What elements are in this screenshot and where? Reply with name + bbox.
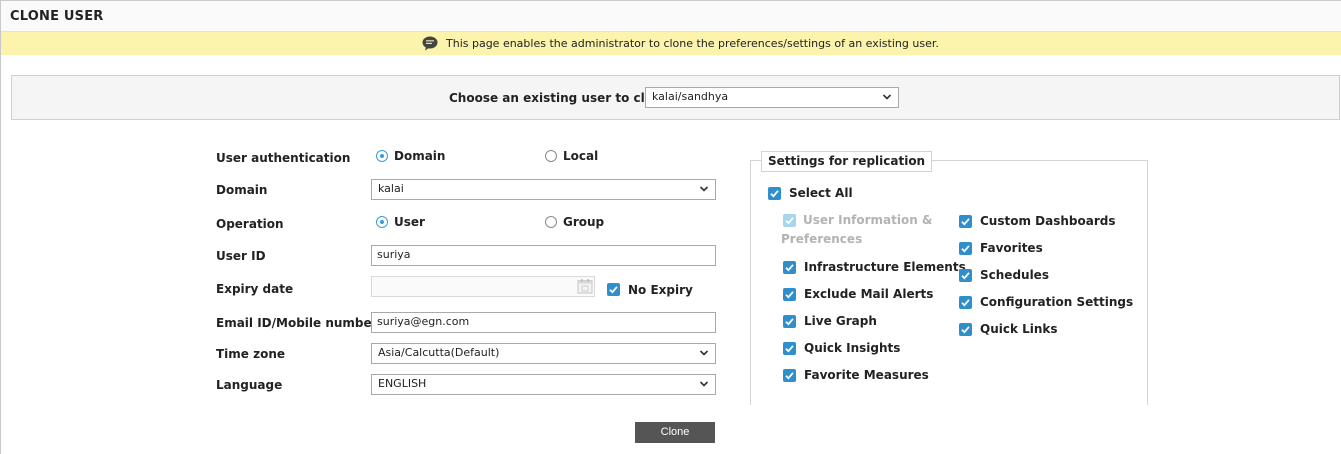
auth-domain-label: Domain — [394, 149, 446, 163]
auth-local-label: Local — [563, 149, 599, 163]
chevron-down-icon — [882, 94, 892, 100]
operation-user-radio[interactable] — [376, 216, 388, 228]
userid-label: User ID — [216, 249, 266, 263]
language-select[interactable]: ENGLISH — [371, 374, 716, 395]
operation-group-label: Group — [563, 215, 605, 229]
no-expiry-checkbox[interactable] — [607, 283, 620, 296]
quick-links-label: Quick Links — [980, 322, 1058, 336]
auth-label: User authentication — [216, 151, 351, 165]
user-info-label-line1: User Information & — [803, 213, 933, 227]
configuration-settings-label: Configuration Settings — [980, 295, 1134, 309]
exclude-mail-alerts-checkbox[interactable] — [783, 288, 796, 301]
custom-dashboards-checkbox[interactable] — [959, 215, 972, 228]
language-value: ENGLISH — [378, 377, 427, 390]
select-all-checkbox[interactable] — [768, 187, 781, 200]
replication-title: Settings for replication — [761, 151, 933, 172]
live-graph-checkbox[interactable] — [783, 315, 796, 328]
domain-select[interactable]: kalai — [371, 179, 716, 200]
timezone-select[interactable]: Asia/Calcutta(Default) — [371, 343, 716, 364]
email-label: Email ID/Mobile number — [216, 316, 378, 330]
custom-dashboards-label: Custom Dashboards — [980, 214, 1116, 228]
choose-user-label: Choose an existing user to clone — [449, 91, 670, 105]
choose-user-select[interactable]: kalai/sandhya — [645, 87, 899, 108]
schedules-label: Schedules — [980, 268, 1049, 282]
language-label: Language — [216, 378, 283, 392]
expiry-date-input[interactable] — [371, 276, 595, 297]
auth-domain-radio[interactable] — [376, 150, 388, 162]
favorites-label: Favorites — [980, 241, 1043, 255]
infrastructure-elements-checkbox[interactable] — [783, 261, 796, 274]
quick-insights-label: Quick Insights — [804, 341, 901, 355]
live-graph-label: Live Graph — [804, 314, 877, 328]
page-title: CLONE USER — [10, 9, 104, 24]
clone-button[interactable]: Clone — [635, 422, 715, 443]
expiry-label: Expiry date — [216, 282, 294, 296]
quick-insights-checkbox[interactable] — [783, 342, 796, 355]
domain-label: Domain — [216, 183, 268, 197]
exclude-mail-alerts-label: Exclude Mail Alerts — [804, 287, 934, 301]
select-all-label: Select All — [789, 186, 853, 200]
email-input[interactable]: suriya@egn.com — [371, 312, 716, 333]
favorite-measures-label: Favorite Measures — [804, 368, 929, 382]
speech-bubble-icon — [422, 36, 438, 51]
domain-value: kalai — [378, 182, 404, 195]
user-info-checkbox — [783, 214, 796, 227]
timezone-label: Time zone — [216, 347, 286, 361]
choose-user-value: kalai/sandhya — [652, 90, 729, 103]
calendar-icon[interactable] — [577, 278, 593, 294]
userid-input[interactable]: suriya — [371, 245, 716, 266]
user-info-label-line2: Preferences — [781, 232, 863, 246]
title-bar: CLONE USER — [1, 1, 1341, 32]
info-text: This page enables the administrator to c… — [446, 37, 939, 50]
chevron-down-icon — [699, 350, 709, 356]
operation-group-radio[interactable] — [545, 216, 557, 228]
operation-label: Operation — [216, 217, 284, 231]
favorites-checkbox[interactable] — [959, 242, 972, 255]
info-banner: This page enables the administrator to c… — [1, 32, 1341, 55]
no-expiry-label: No Expiry — [628, 283, 693, 297]
chevron-down-icon — [699, 381, 709, 387]
quick-links-checkbox[interactable] — [959, 323, 972, 336]
favorite-measures-checkbox[interactable] — [783, 369, 796, 382]
timezone-value: Asia/Calcutta(Default) — [378, 346, 500, 359]
chevron-down-icon — [699, 186, 709, 192]
configuration-settings-checkbox[interactable] — [959, 296, 972, 309]
operation-user-label: User — [394, 215, 425, 229]
auth-local-radio[interactable] — [545, 150, 557, 162]
infrastructure-elements-label: Infrastructure Elements — [804, 260, 966, 274]
schedules-checkbox[interactable] — [959, 269, 972, 282]
